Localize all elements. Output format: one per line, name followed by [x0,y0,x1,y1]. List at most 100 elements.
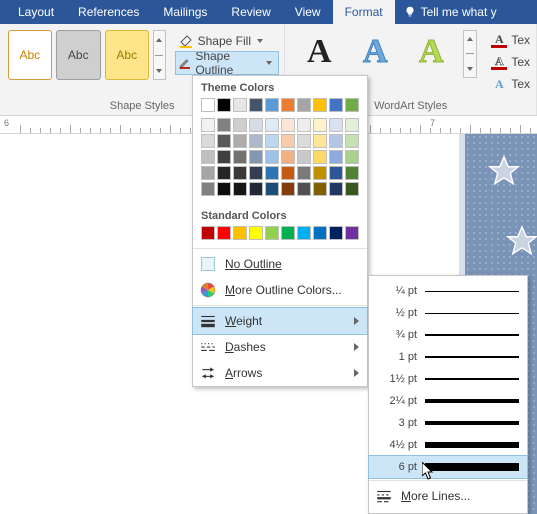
dashes-item[interactable]: Dashes [193,334,367,360]
color-swatch[interactable] [313,166,327,180]
color-swatch[interactable] [265,226,279,240]
weight-option[interactable]: 4½ pt [369,434,527,456]
color-swatch[interactable] [281,134,295,148]
color-swatch[interactable] [217,118,231,132]
color-swatch[interactable] [201,226,215,240]
color-swatch[interactable] [281,118,295,132]
star-shape[interactable] [505,224,537,258]
color-swatch[interactable] [297,150,311,164]
star-shape[interactable] [487,154,521,188]
color-swatch[interactable] [313,182,327,196]
color-swatch[interactable] [345,98,359,112]
color-swatch[interactable] [249,166,263,180]
shape-style-gallery-expand[interactable] [153,30,166,80]
shape-style-preview[interactable]: Abc [56,30,100,80]
color-swatch[interactable] [345,166,359,180]
tell-me-search[interactable]: Tell me what y [395,0,537,24]
color-swatch[interactable] [201,98,215,112]
color-swatch[interactable] [345,150,359,164]
color-swatch[interactable] [249,182,263,196]
weight-option[interactable]: 1½ pt [369,368,527,390]
color-swatch[interactable] [201,150,215,164]
color-swatch[interactable] [201,166,215,180]
weight-option[interactable]: 6 pt [369,456,527,478]
color-swatch[interactable] [329,98,343,112]
color-swatch[interactable] [233,166,247,180]
color-swatch[interactable] [233,150,247,164]
arrows-item[interactable]: Arrows [193,360,367,386]
color-swatch[interactable] [233,118,247,132]
wordart-gallery-expand[interactable] [463,30,477,78]
color-swatch[interactable] [329,226,343,240]
tab-references[interactable]: References [66,0,151,24]
color-swatch[interactable] [345,226,359,240]
color-swatch[interactable] [249,226,263,240]
color-swatch[interactable] [249,118,263,132]
color-swatch[interactable] [281,226,295,240]
shape-style-preview[interactable]: Abc [105,30,149,80]
text-outline-button[interactable]: ATex [489,52,530,72]
color-swatch[interactable] [265,166,279,180]
more-lines-item[interactable]: More Lines... [369,483,527,509]
weight-option[interactable]: ½ pt [369,302,527,324]
color-swatch[interactable] [217,226,231,240]
color-swatch[interactable] [313,98,327,112]
color-swatch[interactable] [217,166,231,180]
tab-mailings[interactable]: Mailings [151,0,219,24]
color-swatch[interactable] [233,134,247,148]
color-swatch[interactable] [217,150,231,164]
color-swatch[interactable] [297,98,311,112]
weight-option[interactable]: 1 pt [369,346,527,368]
color-swatch[interactable] [249,150,263,164]
color-swatch[interactable] [297,134,311,148]
color-swatch[interactable] [265,118,279,132]
more-outline-colors-item[interactable]: More Outline Colors... [193,277,367,303]
color-swatch[interactable] [281,182,295,196]
color-swatch[interactable] [313,118,327,132]
color-swatch[interactable] [201,118,215,132]
color-swatch[interactable] [329,166,343,180]
color-swatch[interactable] [313,150,327,164]
tab-review[interactable]: Review [219,0,282,24]
color-swatch[interactable] [313,226,327,240]
color-swatch[interactable] [345,118,359,132]
tab-layout[interactable]: Layout [6,0,66,24]
color-swatch[interactable] [201,134,215,148]
color-swatch[interactable] [345,134,359,148]
tab-view[interactable]: View [283,0,333,24]
color-swatch[interactable] [201,182,215,196]
weight-option[interactable]: 2¼ pt [369,390,527,412]
color-swatch[interactable] [329,182,343,196]
weight-item[interactable]: Weight [193,308,367,334]
color-swatch[interactable] [233,226,247,240]
tab-format[interactable]: Format [333,0,395,24]
text-effects-button[interactable]: ATex [489,74,530,94]
color-swatch[interactable] [217,182,231,196]
color-swatch[interactable] [217,98,231,112]
color-swatch[interactable] [233,98,247,112]
color-swatch[interactable] [265,182,279,196]
color-swatch[interactable] [281,166,295,180]
shape-style-preview[interactable]: Abc [8,30,52,80]
color-swatch[interactable] [233,182,247,196]
color-swatch[interactable] [297,182,311,196]
color-swatch[interactable] [249,98,263,112]
no-outline-item[interactable]: No Outline [193,251,367,277]
weight-option[interactable]: ¼ pt [369,280,527,302]
text-fill-button[interactable]: ATex [489,30,530,50]
color-swatch[interactable] [281,98,295,112]
wordart-preview[interactable]: A [351,30,399,78]
shape-outline-button[interactable]: Shape Outline [176,52,279,74]
color-swatch[interactable] [281,150,295,164]
color-swatch[interactable] [249,134,263,148]
wordart-preview[interactable]: A [407,30,455,78]
color-swatch[interactable] [329,150,343,164]
color-swatch[interactable] [217,134,231,148]
color-swatch[interactable] [329,118,343,132]
wordart-preview[interactable]: A [295,30,343,78]
weight-option[interactable]: ¾ pt [369,324,527,346]
color-swatch[interactable] [265,98,279,112]
color-swatch[interactable] [297,226,311,240]
color-swatch[interactable] [345,182,359,196]
weight-option[interactable]: 3 pt [369,412,527,434]
